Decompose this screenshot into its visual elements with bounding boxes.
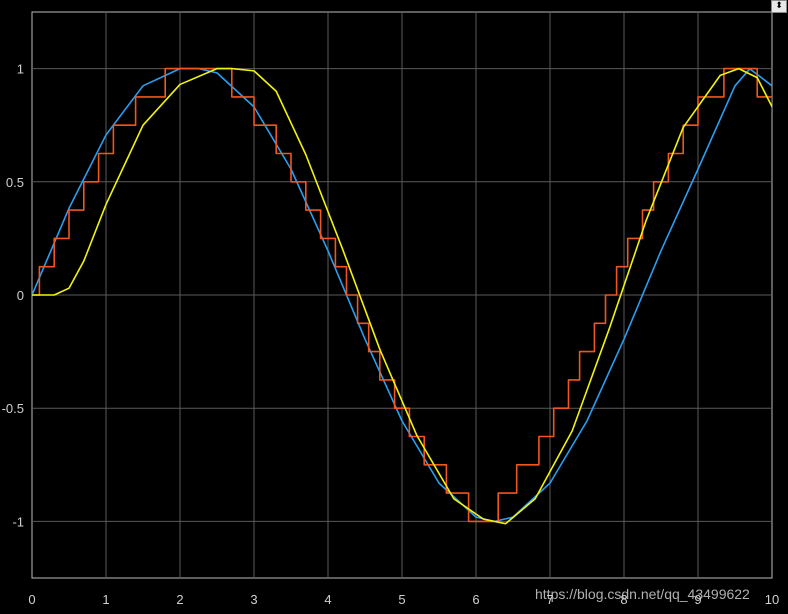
x-tick-label: 10 xyxy=(765,592,779,607)
y-tick-label: 1 xyxy=(17,62,24,77)
restore-view-button[interactable]: ⬍ xyxy=(771,0,787,13)
x-tick-label: 6 xyxy=(472,592,479,607)
y-tick-label: 0.5 xyxy=(6,175,24,190)
x-tick-label: 5 xyxy=(398,592,405,607)
y-tick-labels: 1 0.5 0 -0.5 -1 xyxy=(2,62,24,530)
scope-plot: 0 1 2 3 4 5 6 7 8 9 10 10.50-0.5-1 https://blog.cs… xyxy=(2,11,779,607)
x-tick-label: 0 xyxy=(28,592,35,607)
y-tick-label: -1 xyxy=(12,514,24,529)
x-tick-label: 3 xyxy=(250,592,257,607)
y-tick-label: 0 xyxy=(17,288,24,303)
watermark: https://blog.csdn.net/qq_43499622 xyxy=(535,586,750,602)
x-tick-label: 2 xyxy=(176,592,183,607)
x-tick-label: 1 xyxy=(102,592,109,607)
x-tick-label: 4 xyxy=(324,592,331,607)
restore-view-icon: ⬍ xyxy=(775,1,783,11)
y-tick-label: -0.5 xyxy=(2,401,24,416)
